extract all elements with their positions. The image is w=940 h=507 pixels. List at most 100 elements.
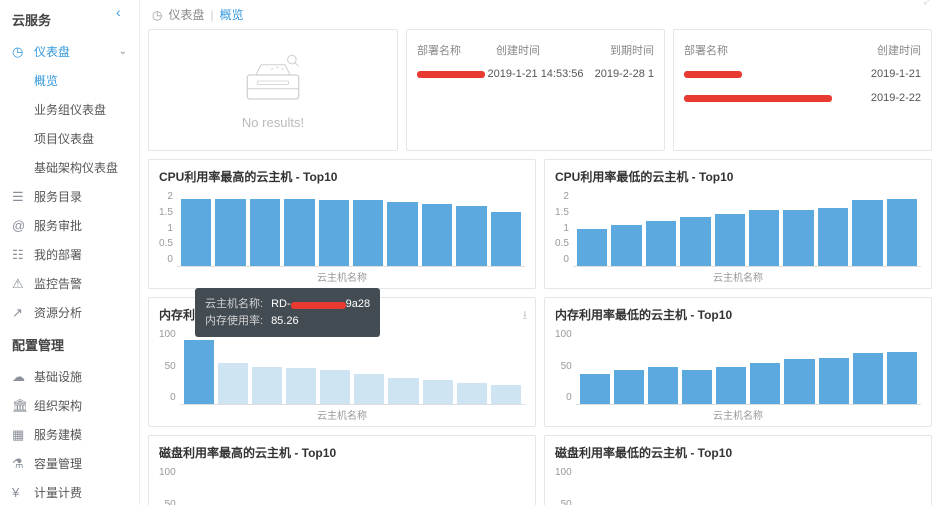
redacted-name <box>417 71 485 78</box>
bars[interactable] <box>576 467 921 505</box>
bars[interactable] <box>576 329 921 404</box>
bar[interactable] <box>353 200 383 266</box>
sidebar-item-alerts[interactable]: ⚠监控告警 <box>0 269 139 298</box>
cell-due: 2019-2-28 1 <box>584 68 654 80</box>
bars[interactable] <box>180 329 525 404</box>
bar[interactable] <box>215 199 245 267</box>
bar[interactable] <box>887 352 917 405</box>
bar[interactable] <box>648 367 678 405</box>
chart-mem-low: 内存利用率最低的云主机 - Top10 100500 云主机名称 <box>544 297 932 427</box>
sidebar-item-deployments[interactable]: ☷我的部署 <box>0 240 139 269</box>
sidebar-sub-infra[interactable]: 基础架构仪表盘 <box>0 153 139 182</box>
sidebar-sub-project[interactable]: 项目仪表盘 <box>0 124 139 153</box>
bar[interactable] <box>250 199 280 267</box>
chart-title: CPU利用率最低的云主机 - Top10 <box>555 168 921 185</box>
bar[interactable] <box>284 199 314 267</box>
table-row[interactable]: 2019-2-22 <box>684 86 921 110</box>
th-deploy-name: 部署名称 <box>417 42 496 58</box>
model-icon: ▦ <box>12 427 30 443</box>
bar[interactable] <box>184 340 214 404</box>
bar[interactable] <box>852 200 882 266</box>
bars[interactable] <box>573 191 921 266</box>
redacted-name <box>684 71 742 78</box>
sidebar-item-label: 仪表盘 <box>34 43 70 60</box>
bar[interactable] <box>819 358 849 405</box>
bar[interactable] <box>491 385 521 404</box>
y-axis: 21.510.50 <box>555 191 569 267</box>
bar[interactable] <box>422 204 452 266</box>
table-row[interactable]: 2019-1-21 <box>684 62 921 86</box>
bar[interactable] <box>577 229 607 267</box>
bar[interactable] <box>715 214 745 267</box>
th-created: 创建时间 <box>803 42 922 58</box>
breadcrumb: ◷ 仪表盘 | 概览 <box>148 0 940 29</box>
bar[interactable] <box>749 210 779 266</box>
bar[interactable] <box>783 210 813 266</box>
chart-disk-high: 磁盘利用率最高的云主机 - Top10 100500 <box>148 435 536 505</box>
sidebar-item-approval[interactable]: @服务审批 <box>0 211 139 240</box>
bar[interactable] <box>680 217 710 266</box>
bar[interactable] <box>423 380 453 404</box>
cell-created: 2019-2-22 <box>832 92 921 104</box>
bar[interactable] <box>181 199 211 267</box>
bar[interactable] <box>716 367 746 405</box>
bars[interactable] <box>180 467 525 505</box>
y-axis: 100500 <box>555 467 572 505</box>
sidebar-item-analysis[interactable]: ↗资源分析 <box>0 298 139 327</box>
bar[interactable] <box>646 221 676 266</box>
bar[interactable] <box>784 359 814 404</box>
bar[interactable] <box>491 212 521 266</box>
breadcrumb-current: 概览 <box>220 6 244 23</box>
sidebar-item-org[interactable]: 🏛组织架构 <box>0 391 139 420</box>
bar[interactable] <box>614 370 644 404</box>
breadcrumb-root[interactable]: 仪表盘 <box>168 6 204 23</box>
bar[interactable] <box>319 200 349 266</box>
approval-icon: @ <box>12 218 30 233</box>
y-axis: 100500 <box>555 329 572 405</box>
analysis-icon: ↗ <box>12 305 30 321</box>
th-due: 到期时间 <box>575 42 654 58</box>
sidebar-collapse-icon[interactable]: ‹ <box>116 4 121 20</box>
deploy-card-right: 部署名称 创建时间 2019-1-21 2019-2-22 <box>673 29 932 151</box>
sidebar-section-config: 配置管理 <box>0 327 139 362</box>
no-results-illustration <box>228 51 318 111</box>
y-axis: 21.510.50 <box>159 191 173 267</box>
sidebar-item-billing[interactable]: ¥计量计费 <box>0 478 139 507</box>
cloud-icon: ☁ <box>12 369 30 385</box>
sidebar-item-infra[interactable]: ☁基础设施 <box>0 362 139 391</box>
sidebar-item-dashboard[interactable]: ◷ 仪表盘 ⌄ <box>0 37 139 66</box>
bar[interactable] <box>750 363 780 404</box>
bar[interactable] <box>887 199 917 267</box>
sidebar-item-catalog[interactable]: ☰服务目录 <box>0 182 139 211</box>
sidebar-item-service-model[interactable]: ▦服务建模 <box>0 420 139 449</box>
y-axis: 100500 <box>159 329 176 405</box>
sidebar-sub-overview[interactable]: 概览 <box>0 66 139 95</box>
bars[interactable] <box>177 191 525 266</box>
bar[interactable] <box>388 378 418 404</box>
bar[interactable] <box>682 370 712 404</box>
capacity-icon: ⚗ <box>12 456 30 472</box>
bar[interactable] <box>252 367 282 405</box>
bar[interactable] <box>320 370 350 404</box>
chart-disk-low: 磁盘利用率最低的云主机 - Top10 100500 <box>544 435 932 505</box>
bar[interactable] <box>580 374 610 404</box>
bar[interactable] <box>456 206 486 266</box>
bar[interactable] <box>457 383 487 404</box>
bar[interactable] <box>286 368 316 404</box>
table-row[interactable]: 2019-1-21 14:53:56 2019-2-28 1 <box>417 62 654 86</box>
expand-icon[interactable]: ⤢ <box>924 0 932 7</box>
bar[interactable] <box>853 353 883 404</box>
sidebar: ‹ 云服务 ◷ 仪表盘 ⌄ 概览 业务组仪表盘 项目仪表盘 基础架构仪表盘 ☰服… <box>0 0 140 505</box>
bar[interactable] <box>611 225 641 266</box>
bar[interactable] <box>818 208 848 266</box>
cell-created: 2019-1-21 <box>803 68 922 80</box>
chart-title: 磁盘利用率最低的云主机 - Top10 <box>555 444 921 461</box>
sidebar-item-capacity[interactable]: ⚗容量管理 <box>0 449 139 478</box>
x-axis-label: 云主机名称 <box>159 269 525 284</box>
bar[interactable] <box>387 202 417 266</box>
bar[interactable] <box>218 363 248 404</box>
sidebar-sub-bizgroup[interactable]: 业务组仪表盘 <box>0 95 139 124</box>
dashboard-icon: ◷ <box>12 44 30 60</box>
download-icon[interactable]: ⭳ <box>523 306 527 327</box>
bar[interactable] <box>354 374 384 404</box>
